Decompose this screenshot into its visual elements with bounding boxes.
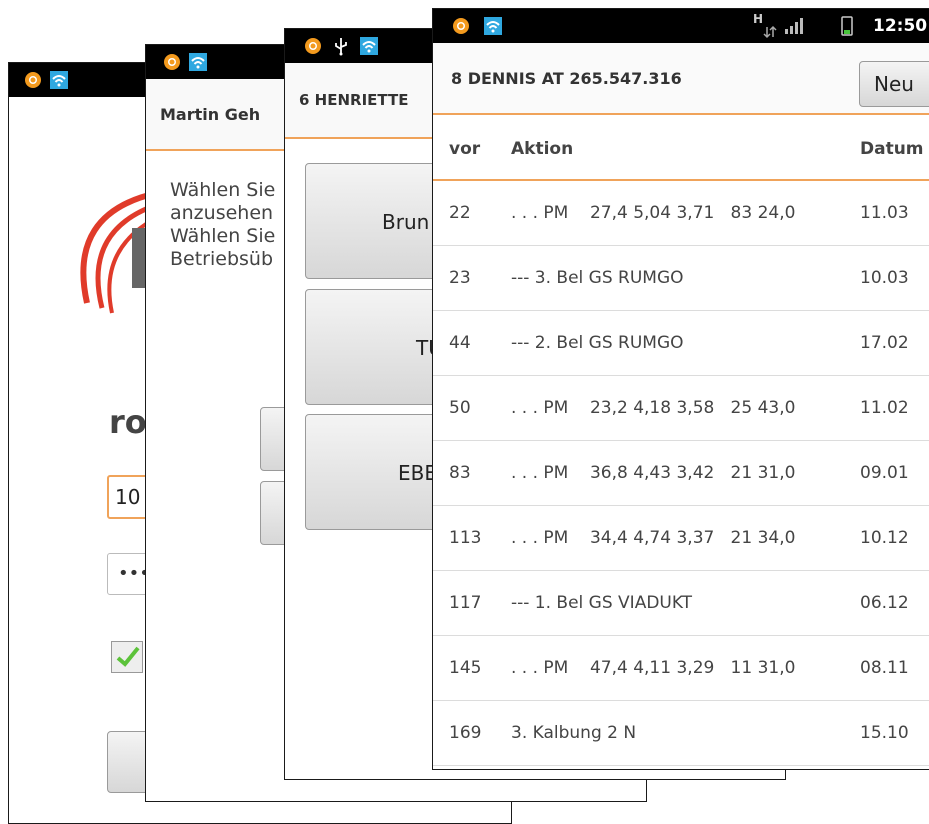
table-row[interactable]: 117 --- 1. Bel GS VIADUKT 06.12 xyxy=(433,571,929,636)
cell-vor: 44 xyxy=(449,333,471,353)
cell-vor: 113 xyxy=(449,528,482,548)
network-type-label: H xyxy=(753,12,764,26)
cell-datum: 11.03 xyxy=(860,203,909,223)
instruction-text: Wählen Sie anzusehen Wählen Sie Betriebs… xyxy=(170,179,275,271)
table-row[interactable]: 22 . . . PM 27,4 5,04 3,71 83 24,0 11.03 xyxy=(433,181,929,246)
cell-aktion: --- 3. Bel GS RUMGO xyxy=(511,268,684,288)
table-row[interactable]: 83 . . . PM 36,8 4,43 3,42 21 31,0 09.01 xyxy=(433,441,929,506)
cell-aktion: . . . PM 36,8 4,43 3,42 21 31,0 xyxy=(511,463,796,483)
instruction-line: Betriebsüb xyxy=(170,248,274,270)
table-row[interactable]: 44 --- 2. Bel GS RUMGO 17.02 xyxy=(433,311,929,376)
table-row[interactable]: 113 . . . PM 34,4 4,74 3,37 21 34,0 10.12 xyxy=(433,506,929,571)
animal-history-screen: H 12:50 8 DENNIS AT 265.547.316 Neu vor … xyxy=(432,8,929,770)
status-bar: H 12:50 xyxy=(433,9,929,43)
instruction-line: anzusehen xyxy=(170,202,274,224)
wifi-icon xyxy=(189,53,207,71)
page-title: Martin Geh xyxy=(160,105,261,124)
wifi-icon xyxy=(50,71,68,89)
farm-button-tu[interactable]: TU xyxy=(305,289,447,405)
page-title: 8 DENNIS AT 265.547.316 xyxy=(451,69,682,88)
cell-datum: 11.02 xyxy=(860,398,909,418)
header-datum: Datum xyxy=(860,139,924,159)
cell-aktion: 3. Kalbung 2 N xyxy=(511,723,637,743)
cell-vor: 145 xyxy=(449,658,482,678)
notification-icon xyxy=(305,38,321,54)
cell-datum: 09.01 xyxy=(860,463,909,483)
app-name-heading: ro xyxy=(109,403,147,441)
button-label: Brun xyxy=(382,210,430,234)
table-row[interactable]: 145 . . . PM 47,4 4,11 3,29 11 31,0 08.11 xyxy=(433,636,929,701)
cell-vor: 117 xyxy=(449,593,482,613)
cell-datum: 10.12 xyxy=(860,528,909,548)
new-button[interactable]: Neu xyxy=(859,61,929,107)
cell-vor: 23 xyxy=(449,268,471,288)
cell-aktion: . . . PM 34,4 4,74 3,37 21 34,0 xyxy=(511,528,796,548)
cell-datum: 06.12 xyxy=(860,593,909,613)
cell-vor: 83 xyxy=(449,463,471,483)
cell-aktion: . . . PM 23,2 4,18 3,58 25 43,0 xyxy=(511,398,796,418)
cell-vor: 169 xyxy=(449,723,482,743)
notification-icon xyxy=(25,72,41,88)
instruction-line: Wählen Sie xyxy=(170,179,276,201)
farm-button-ebe[interactable]: EBE xyxy=(305,414,447,530)
cell-aktion: . . . PM 47,4 4,11 3,29 11 31,0 xyxy=(511,658,796,678)
header-aktion: Aktion xyxy=(511,139,574,159)
checkmark-icon xyxy=(116,646,140,667)
wifi-icon xyxy=(360,37,378,55)
battery-icon xyxy=(841,16,853,36)
wifi-icon xyxy=(484,17,502,35)
cell-datum: 10.03 xyxy=(860,268,909,288)
title-bar: 8 DENNIS AT 265.547.316 Neu xyxy=(433,43,929,115)
table-row[interactable]: 169 3. Kalbung 2 N 15.10 xyxy=(433,701,929,766)
new-button-label: Neu xyxy=(874,72,914,96)
table-row[interactable]: 23 --- 3. Bel GS RUMGO 10.03 xyxy=(433,246,929,311)
farm-button-brun[interactable]: Brun xyxy=(305,163,447,279)
usb-icon xyxy=(335,38,347,56)
instruction-line: Wählen Sie xyxy=(170,225,276,247)
cell-datum: 17.02 xyxy=(860,333,909,353)
cell-aktion: --- 1. Bel GS VIADUKT xyxy=(511,593,693,613)
remember-checkbox[interactable] xyxy=(111,641,143,673)
cell-aktion: . . . PM 27,4 5,04 3,71 83 24,0 xyxy=(511,203,796,223)
notification-icon xyxy=(453,18,469,34)
cell-aktion: --- 2. Bel GS RUMGO xyxy=(511,333,684,353)
notification-icon xyxy=(164,54,180,70)
page-title: 6 HENRIETTE xyxy=(299,91,409,109)
cell-datum: 15.10 xyxy=(860,723,909,743)
table-row[interactable]: 50 . . . PM 23,2 4,18 3,58 25 43,0 11.02 xyxy=(433,376,929,441)
data-arrows-icon xyxy=(763,25,777,39)
cell-datum: 08.11 xyxy=(860,658,909,678)
signal-icon xyxy=(785,18,803,34)
cell-vor: 22 xyxy=(449,203,471,223)
table-header: vor Aktion Datum xyxy=(433,113,929,181)
cell-vor: 50 xyxy=(449,398,471,418)
header-vor: vor xyxy=(449,139,481,159)
clock: 12:50 xyxy=(873,16,928,36)
